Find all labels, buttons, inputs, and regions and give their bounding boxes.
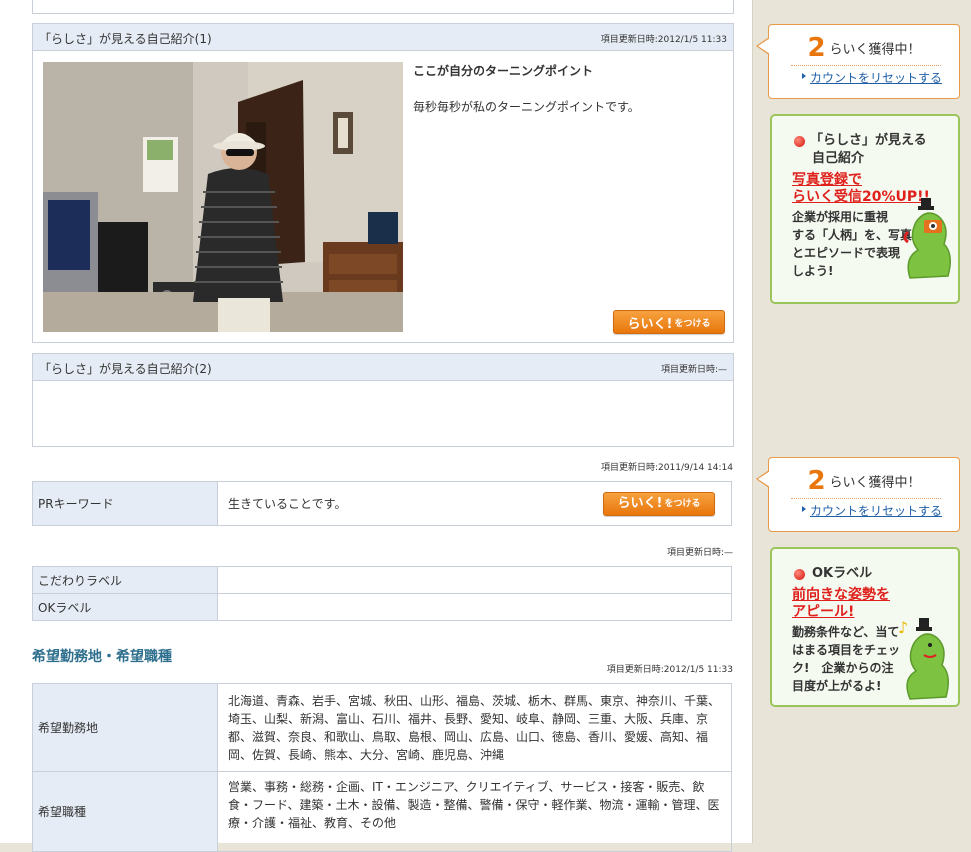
wish-location-label: 希望勤務地 xyxy=(32,683,218,772)
pr-date: 項目更新日時:2011/9/14 14:14 xyxy=(601,463,733,473)
pr-table: PRキーワード 生きていることです。 らいく! をつける xyxy=(32,481,732,526)
like-count-text: らいく獲得中！ xyxy=(829,475,921,491)
arrow-right-icon xyxy=(802,506,806,512)
kodawari-value xyxy=(217,566,732,594)
intro-1-header: 「らしさ」が見える自己紹介(1) 項目更新日時:2012/1/5 11:33 xyxy=(33,24,733,51)
intro-2-date: 項目更新日時:— xyxy=(660,365,727,375)
table-row: 希望職種 営業、事務・総務・企画、IT・エンジニア、クリエイティブ、サービス・接… xyxy=(32,771,732,852)
like-count-box-2: 2 らいく獲得中！ カウントをリセットする xyxy=(756,457,960,532)
intro-1-date: 項目更新日時:2012/1/5 11:33 xyxy=(600,35,727,45)
rakku-button-sub: をつける xyxy=(674,318,711,329)
red-dot-icon xyxy=(794,136,805,147)
promo-ok-link-1[interactable]: 前向きな姿勢を xyxy=(792,587,890,604)
wish-section-title: 希望勤務地・希望職種 xyxy=(32,649,172,665)
mascot-music-note-icon: ♪ xyxy=(898,618,949,700)
svg-text:♪: ♪ xyxy=(898,618,908,637)
like-count-box-1: 2 らいく獲得中！ カウントをリセットする xyxy=(756,24,960,99)
ok-value xyxy=(217,593,732,621)
rakku-button-pr[interactable]: らいく! をつける xyxy=(603,492,715,516)
promo-body-line: 勤務条件など、当て xyxy=(792,625,900,639)
reset-count-link[interactable]: カウントをリセットする xyxy=(810,69,942,86)
turning-point-heading: ここが自分のターニングポイント xyxy=(413,64,594,78)
intro-2-title: 「らしさ」が見える自己紹介(2) xyxy=(39,362,212,376)
promo-intro-title-2: 自己紹介 xyxy=(812,151,865,166)
wish-date: 項目更新日時:2012/1/5 11:33 xyxy=(606,665,733,675)
divider xyxy=(791,65,941,66)
intro-section-1: 「らしさ」が見える自己紹介(1) 項目更新日時:2012/1/5 11:33 こ… xyxy=(32,23,734,343)
intro-photo xyxy=(43,62,403,332)
promo-ok-link-2[interactable]: アピール! xyxy=(792,604,854,621)
promo-intro-link-1[interactable]: 写真登録で xyxy=(792,172,862,189)
wish-table: 希望勤務地 北海道、青森、岩手、宮城、秋田、山形、福島、茨城、栃木、群馬、東京、… xyxy=(32,683,732,852)
photo-image xyxy=(43,62,403,332)
table-row: 希望勤務地 北海道、青森、岩手、宮城、秋田、山形、福島、茨城、栃木、群馬、東京、… xyxy=(32,683,732,772)
promo-ok-label: OKラベル 前向きな姿勢を アピール! 勤務条件など、当て はまる項目をチェッ … xyxy=(770,547,960,707)
intro-section-2: 「らしさ」が見える自己紹介(2) 項目更新日時:— xyxy=(32,353,734,447)
labels-date: 項目更新日時:— xyxy=(666,548,733,558)
labels-table: こだわりラベル OKラベル xyxy=(32,566,732,621)
rakku-button-label: らいく! xyxy=(617,496,663,511)
like-count-line: 2 らいく獲得中！ xyxy=(769,33,959,63)
rakku-button-label: らいく! xyxy=(627,316,673,332)
pr-label: PRキーワード xyxy=(32,481,218,526)
promo-intro: 「らしさ」が見える 自己紹介 写真登録で らいく受信20%UP!! 企業が採用に… xyxy=(770,114,960,304)
rakku-button-intro[interactable]: らいく! をつける xyxy=(613,310,725,334)
reset-count-link[interactable]: カウントをリセットする xyxy=(810,502,942,519)
divider xyxy=(791,498,941,499)
promo-body-line: 目度が上がるよ! xyxy=(792,679,882,693)
arrow-right-icon xyxy=(802,73,806,79)
table-row: OKラベル xyxy=(32,593,732,621)
kodawari-label: こだわりラベル xyxy=(32,566,218,594)
wish-location-value: 北海道、青森、岩手、宮城、秋田、山形、福島、茨城、栃木、群馬、東京、神奈川、千葉… xyxy=(217,683,732,772)
like-count-line: 2 らいく獲得中！ xyxy=(769,466,959,496)
pr-value-cell: 生きていることです。 らいく! をつける xyxy=(217,481,732,526)
promo-intro-body: 企業が採用に重視 する「人柄」を、写真 とエピソードで表現 しよう! xyxy=(792,208,912,280)
mascot-camera-icon xyxy=(903,198,951,279)
wish-job-label: 希望職種 xyxy=(32,771,218,852)
like-count-number: 2 xyxy=(807,33,826,63)
rakku-button-sub: をつける xyxy=(664,499,701,509)
like-count-text: らいく獲得中！ xyxy=(829,42,921,58)
ok-label: OKラベル xyxy=(32,593,218,621)
promo-body-line: ク! 企業からの注 xyxy=(792,661,894,675)
promo-intro-title-1: 「らしさ」が見える xyxy=(810,133,927,148)
intro-2-header: 「らしさ」が見える自己紹介(2) 項目更新日時:— xyxy=(33,354,733,381)
table-row: PRキーワード 生きていることです。 らいく! をつける xyxy=(32,481,732,526)
red-dot-icon xyxy=(794,569,805,580)
main-column: 「らしさ」が見える自己紹介(1) 項目更新日時:2012/1/5 11:33 こ… xyxy=(0,0,753,852)
wish-job-value: 営業、事務・総務・企画、IT・エンジニア、クリエイティブ、サービス・接客・販売、… xyxy=(217,771,732,852)
promo-body-line: とエピソードで表現 xyxy=(792,246,901,260)
pr-value: 生きていることです。 xyxy=(228,496,347,511)
promo-body-line: 企業が採用に重視 xyxy=(792,210,889,224)
promo-ok-title: OKラベル xyxy=(812,566,873,581)
like-count-number: 2 xyxy=(807,466,826,496)
promo-body-line: する「人柄」を、写真 xyxy=(792,228,913,242)
intro-1-title: 「らしさ」が見える自己紹介(1) xyxy=(39,32,212,46)
promo-body-line: しよう! xyxy=(792,264,834,278)
promo-ok-body: 勤務条件など、当て はまる項目をチェッ ク! 企業からの注 目度が上がるよ! xyxy=(792,623,900,695)
turning-point-text: 毎秒毎秒が私のターニングポイントです。 xyxy=(413,100,640,114)
previous-section-box xyxy=(32,0,734,14)
promo-body-line: はまる項目をチェッ xyxy=(792,643,901,657)
table-row: こだわりラベル xyxy=(32,566,732,594)
